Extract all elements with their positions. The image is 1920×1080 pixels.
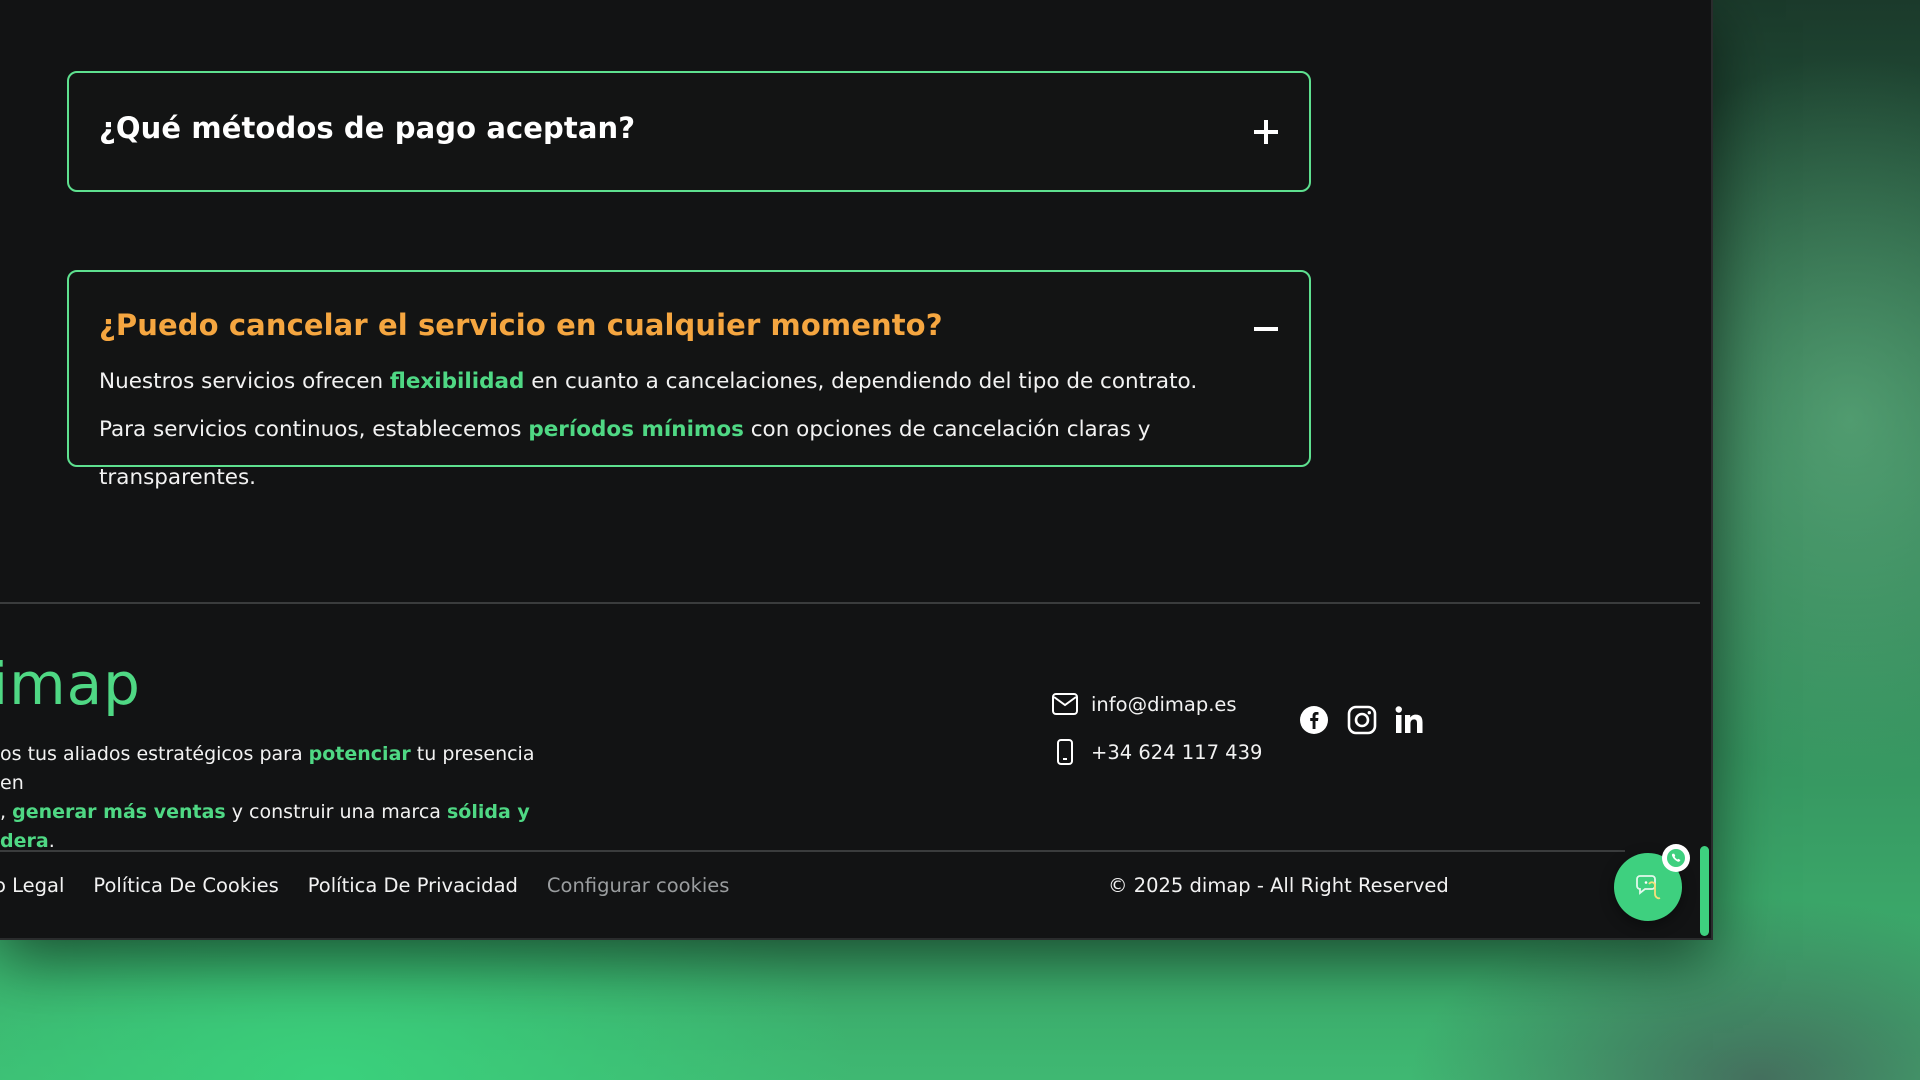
footer-logo[interactable]: imap — [0, 650, 141, 718]
chat-icon — [1636, 875, 1661, 900]
phone-icon — [1057, 739, 1073, 765]
plus-icon[interactable] — [1253, 119, 1279, 145]
faq-answer-line: Para servicios continuos, establecemos p… — [99, 406, 1309, 502]
faq-item-payment-methods[interactable]: ¿Qué métodos de pago aceptan? — [67, 71, 1311, 192]
footer-divider — [0, 602, 1700, 604]
faq-item-cancel-service[interactable]: ¿Puedo cancelar el servicio en cualquier… — [67, 270, 1311, 490]
answer-highlight: flexibilidad — [389, 369, 525, 394]
tagline-highlight: dera — [0, 830, 49, 852]
answer-text: Nuestros servicios ofrecen — [99, 369, 390, 394]
browser-window: ¿Qué métodos de pago aceptan? ¿Puedo can… — [0, 0, 1713, 940]
faq-answer: Nuestros servicios ofrecen flexibilidad … — [99, 358, 1309, 502]
footer-contact: info@dimap.es +34 624 117 439 — [1051, 680, 1262, 776]
link-politica-cookies[interactable]: Política De Cookies — [93, 874, 278, 897]
scrollbar[interactable] — [1700, 846, 1709, 936]
tagline-text: . — [48, 830, 55, 852]
link-politica-privacidad[interactable]: Política De Privacidad — [308, 874, 518, 897]
contact-phone[interactable]: +34 624 117 439 — [1051, 728, 1262, 776]
legal-links: o Legal Política De Cookies Política De … — [0, 874, 758, 897]
contact-email[interactable]: info@dimap.es — [1051, 680, 1262, 728]
facebook-icon[interactable] — [1298, 704, 1330, 736]
tagline-highlight: generar más ventas — [12, 801, 226, 823]
tagline-highlight: potenciar — [308, 743, 411, 765]
tagline-text: , — [0, 801, 13, 823]
tagline-highlight: sólida y — [446, 801, 530, 823]
copyright: © 2025 dimap - All Right Reserved — [1108, 874, 1449, 897]
social-links — [1298, 704, 1442, 736]
tagline-text: os tus aliados estratégicos para — [0, 743, 309, 765]
linkedin-icon[interactable] — [1394, 704, 1426, 736]
mail-icon — [1052, 693, 1078, 715]
contact-email-text[interactable]: info@dimap.es — [1091, 693, 1237, 716]
faq-question[interactable]: ¿Qué métodos de pago aceptan? — [99, 111, 635, 145]
answer-text: en cuanto a cancelaciones, dependiendo d… — [524, 369, 1198, 394]
footer-tagline: os tus aliados estratégicos para potenci… — [0, 740, 560, 856]
faq-question[interactable]: ¿Puedo cancelar el servicio en cualquier… — [99, 308, 943, 342]
instagram-icon[interactable] — [1346, 704, 1378, 736]
minus-icon[interactable] — [1253, 316, 1279, 342]
footer-bottom-divider — [0, 850, 1625, 852]
link-configurar-cookies[interactable]: Configurar cookies — [547, 874, 730, 897]
link-aviso-legal[interactable]: o Legal — [0, 874, 64, 897]
whatsapp-icon[interactable] — [1662, 844, 1690, 872]
tagline-text: y construir una marca — [225, 801, 447, 823]
contact-phone-text[interactable]: +34 624 117 439 — [1091, 741, 1262, 764]
answer-text: Para servicios continuos, establecemos — [99, 417, 529, 442]
scrollbar-thumb[interactable] — [1700, 846, 1709, 936]
answer-highlight: períodos mínimos — [528, 417, 744, 442]
faq-answer-line: Nuestros servicios ofrecen flexibilidad … — [99, 358, 1309, 406]
